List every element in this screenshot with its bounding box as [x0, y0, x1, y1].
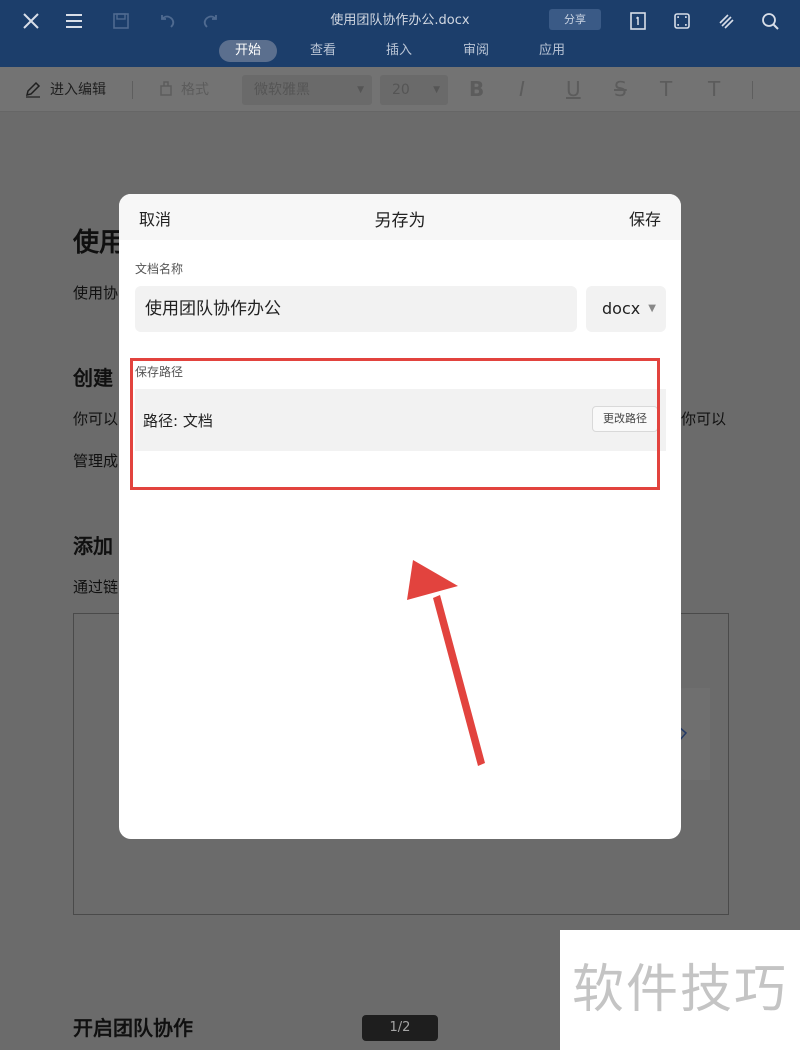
font-size-select: 20 ▼ [380, 75, 448, 105]
dialog-header: 取消 另存为 保存 [119, 194, 681, 240]
font-name-select: 微软雅黑 ▼ [242, 75, 372, 105]
save-button[interactable]: 保存 [629, 206, 661, 230]
doc-heading: 使用 [73, 228, 126, 258]
ribbon-tabs: 开始 查看 插入 审阅 应用 [0, 40, 800, 62]
file-name-input[interactable]: 使用团队协作办公 [135, 286, 577, 332]
font-size-value: 20 [392, 82, 410, 98]
pen-icon[interactable] [712, 7, 740, 35]
file-name-label: 文档名称 [135, 262, 184, 276]
doc-paragraph: 使用协 [73, 284, 119, 302]
page-indicator: 1/2 [362, 1015, 438, 1041]
chevron-down-icon: ▼ [648, 303, 656, 314]
edit-pencil-icon[interactable] [24, 80, 42, 102]
toolbar-divider [752, 81, 753, 99]
superscript-icon: T [660, 77, 673, 101]
doc-paragraph: 通过链 [73, 578, 119, 596]
save-as-dialog: 取消 另存为 保存 文档名称 使用团队协作办公 docx ▼ 保存路径 路径: … [119, 194, 681, 839]
file-extension-value: docx [602, 299, 641, 318]
doc-heading: 开启团队协作 [73, 1016, 193, 1040]
app-title-bar: 使用团队协作办公.docx 分享 开始 查看 插入 审阅 应用 [0, 0, 800, 67]
chevron-down-icon: ▼ [433, 85, 440, 95]
bold-icon: B [469, 77, 485, 101]
path-highlight-box [130, 358, 660, 490]
format-brush-icon [158, 79, 174, 101]
tab-insert[interactable]: 插入 [372, 40, 426, 62]
format-label: 格式 [181, 82, 209, 98]
dialog-title: 另存为 [374, 211, 426, 231]
subscript-icon: T [708, 77, 721, 101]
doc-heading: 添加 [73, 534, 113, 558]
chevron-down-icon: ▼ [357, 85, 364, 95]
doc-heading: 创建 [73, 366, 113, 390]
tab-view[interactable]: 查看 [296, 40, 350, 62]
formatting-toolbar: 进入编辑 格式 微软雅黑 ▼ 20 ▼ B I U S T T [0, 67, 800, 112]
enter-edit-button[interactable]: 进入编辑 [50, 79, 106, 99]
doc-paragraph: 你可以 [73, 410, 119, 428]
underline-icon: U [566, 77, 581, 101]
italic-icon: I [519, 77, 525, 101]
doc-paragraph: 管理成 [73, 452, 119, 470]
page-view-icon[interactable] [624, 7, 652, 35]
doc-paragraph: 你可以 [681, 410, 727, 428]
strikethrough-icon: S [614, 77, 627, 101]
search-icon[interactable] [756, 7, 784, 35]
tab-apps[interactable]: 应用 [525, 40, 579, 62]
font-name-value: 微软雅黑 [254, 82, 310, 98]
share-button[interactable]: 分享 [549, 9, 601, 30]
tab-review[interactable]: 审阅 [449, 40, 503, 62]
tab-start[interactable]: 开始 [219, 40, 277, 62]
toolbar-divider [132, 81, 133, 99]
file-extension-select[interactable]: docx ▼ [586, 286, 666, 332]
fullscreen-icon[interactable] [668, 7, 696, 35]
watermark: 软件技巧 [560, 930, 800, 1050]
